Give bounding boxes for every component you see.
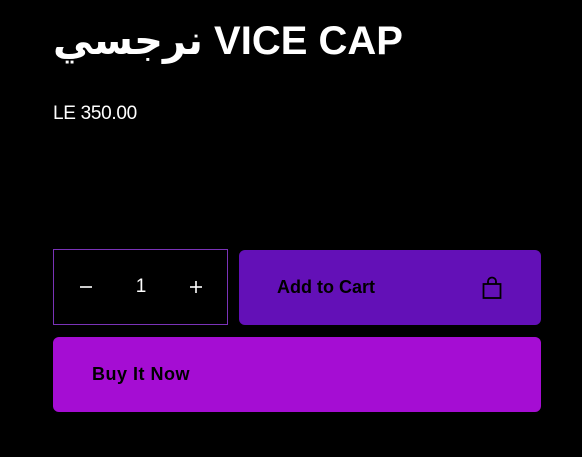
quantity-decrease-button[interactable] xyxy=(57,250,115,324)
quantity-increase-button[interactable] xyxy=(167,250,225,324)
quantity-stepper: 1 xyxy=(53,249,228,325)
quantity-input[interactable]: 1 xyxy=(112,250,170,324)
add-to-cart-label: Add to Cart xyxy=(277,277,375,297)
product-title: نرجسي VICE CAP xyxy=(53,19,403,63)
shopping-bag-icon xyxy=(482,276,502,299)
minus-icon xyxy=(80,286,92,288)
plus-icon xyxy=(190,281,202,293)
buy-it-now-button[interactable]: Buy It Now xyxy=(53,337,541,412)
add-to-cart-button[interactable]: Add to Cart xyxy=(239,250,541,325)
product-price: LE 350.00 xyxy=(53,103,137,124)
buy-it-now-label: Buy It Now xyxy=(92,364,190,384)
product-form: نرجسي VICE CAP LE 350.00 1 Add to Cart B… xyxy=(0,0,582,457)
